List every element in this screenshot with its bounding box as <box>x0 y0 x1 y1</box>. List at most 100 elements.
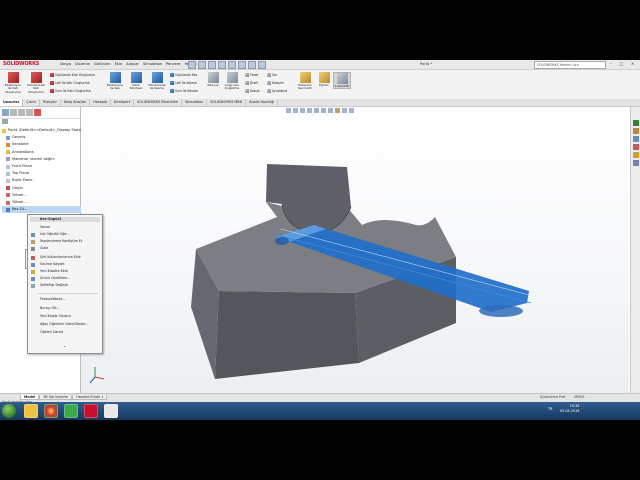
tree-item-top-plane[interactable]: Top Plane <box>2 170 81 177</box>
file-explorer-icon[interactable] <box>633 136 639 142</box>
menu-item-collapse-items[interactable]: Öğeleri Daralt <box>40 330 63 334</box>
revolve-boss-button[interactable]: Döndürerek Katı Oluşturma <box>25 72 47 94</box>
menu-simulation[interactable]: Simulation <box>143 62 162 66</box>
maximize-button[interactable]: □ <box>617 61 626 67</box>
extrude-cut-button[interactable]: Ekstrüzyon ile Kes <box>104 72 126 91</box>
menu-insert[interactable]: Ekle <box>115 62 123 66</box>
previous-view-icon[interactable] <box>300 108 305 113</box>
hole-wizard-button[interactable]: Delik Sihirbazı <box>127 72 145 91</box>
loft-boss-button[interactable]: Loft İle Katı Oluşturma <box>50 81 90 85</box>
new-icon[interactable] <box>188 61 196 69</box>
instant3d-button[interactable]: Instant3D <box>333 72 351 90</box>
view-palette-icon[interactable] <box>633 144 639 150</box>
clock[interactable]: 19:36 05.04.2016 <box>560 404 579 414</box>
tab-features[interactable]: Unsurlar <box>0 99 24 106</box>
file-explorer-taskbar-icon[interactable] <box>24 404 38 418</box>
boundary-cut-button[interactable]: Sınır İle Kesme <box>170 89 198 93</box>
tab-simulation[interactable]: Simulation <box>182 99 208 106</box>
select-icon[interactable] <box>238 61 246 69</box>
menu-item-create-new-folder[interactable]: Yeni Klasör Oluştur <box>40 314 71 318</box>
custom-properties-icon[interactable] <box>633 160 639 166</box>
sweep-cut-button[interactable]: Süpürerek Kes <box>170 73 197 77</box>
tab-analysis-prep[interactable]: Analiz Hazırlığı <box>246 99 279 106</box>
view-settings-icon[interactable] <box>349 108 354 113</box>
menu-item-configure-feature[interactable]: Yapılandırma Konfigüre Et <box>40 239 82 243</box>
menu-item-add-to-new-folder[interactable]: Yeni Klasöre Ekle <box>40 269 68 273</box>
display-manager-tab-icon[interactable] <box>34 109 41 116</box>
menu-item-parent-child[interactable]: Üst Öğe/Alt Öğe... <box>40 232 70 236</box>
design-library-icon[interactable] <box>633 128 639 134</box>
rib-button[interactable]: Feder <box>245 73 259 77</box>
intersect-button[interactable]: Kesişim <box>267 81 284 85</box>
boundary-boss-button[interactable]: Sınır İle Katı Oluşturma <box>50 89 91 93</box>
feature-tree-tab-icon[interactable] <box>2 109 9 116</box>
tree-item-annotations[interactable]: Annotations <box>2 149 81 156</box>
tree-item-history[interactable]: Geçmiş <box>2 134 81 141</box>
tree-item-material[interactable]: Malzeme <belirli değil> <box>2 156 81 163</box>
solidworks-resources-icon[interactable] <box>633 120 639 126</box>
menu-tools[interactable]: Araçlar <box>126 62 139 66</box>
menu-item-change-transparency[interactable]: Şeffaflığı Değiştir <box>40 283 68 287</box>
dimxpert-tab-icon[interactable] <box>26 109 33 116</box>
tree-item-part[interactable]: Part4 (Default<<Default>_Display State <box>2 127 81 134</box>
solidworks-taskbar-icon[interactable] <box>84 404 98 418</box>
wrap-button[interactable]: Sar <box>267 73 277 77</box>
recorder-taskbar-icon[interactable] <box>104 404 118 418</box>
menu-item-go-to[interactable]: Burayı Git... <box>40 306 60 310</box>
filter-icon[interactable] <box>2 119 8 124</box>
zoom-area-icon[interactable] <box>293 108 298 113</box>
open-icon[interactable] <box>198 61 206 69</box>
edit-appearance-icon[interactable] <box>335 108 340 113</box>
loft-cut-button[interactable]: Loft İle Kesme <box>170 81 197 85</box>
menu-item-save-selection[interactable]: Seçime Kaydet <box>40 262 65 266</box>
undo-icon[interactable] <box>228 61 236 69</box>
tree-item-sweep-cut[interactable]: Kes-Sü... <box>2 206 81 214</box>
tab-sketch[interactable]: Çizim <box>23 99 40 106</box>
system-tray[interactable]: TR <box>548 407 552 411</box>
tree-item-sensors[interactable]: Sensörler <box>2 141 81 148</box>
revolve-cut-button[interactable]: Döndürerek ile Kesme <box>146 72 168 91</box>
solidworks-logo[interactable]: SOLIDWORKS <box>3 61 39 68</box>
menu-item-hide-show-tree-items[interactable]: Ağaç Öğelerini Gizle/Göster... <box>40 322 88 326</box>
tree-item-right-plane[interactable]: Right Plane <box>2 177 81 184</box>
scene-icon[interactable] <box>342 108 347 113</box>
tab-surfaces[interactable]: Yüzeyler <box>40 99 61 106</box>
fillet-button[interactable]: Radyus <box>206 72 220 87</box>
linear-pattern-button[interactable]: Doğrusal Çoğaltma <box>222 72 242 91</box>
extrude-boss-button[interactable]: Ekstrüzyon ile Katı Oluşturma <box>3 72 23 94</box>
start-button[interactable] <box>2 404 16 418</box>
tab-addins[interactable]: SOLIDWORKS Eklentileri <box>134 99 183 106</box>
tab-mbd[interactable]: SOLIDWORKS MBD <box>207 99 247 106</box>
print-icon[interactable] <box>218 61 226 69</box>
shell-button[interactable]: Kabuk <box>245 89 260 93</box>
menu-view[interactable]: Görünüm <box>94 62 111 66</box>
graphics-area[interactable] <box>81 107 629 393</box>
reference-geometry-button[interactable]: Referans Geometri <box>294 72 316 91</box>
help-search-input[interactable]: SOLIDWORKS Yardım'ı Ara <box>534 61 606 69</box>
draft-button[interactable]: Draft <box>245 81 258 85</box>
appearances-icon[interactable] <box>633 152 639 158</box>
tree-item-boss-1[interactable]: Yüksel... <box>2 192 81 199</box>
save-icon[interactable] <box>208 61 216 69</box>
mirror-button[interactable]: Aynalama <box>267 89 287 93</box>
sweep-boss-button[interactable]: Süpürerek Katı Oluşturma <box>50 73 95 77</box>
chevron-down-icon[interactable]: ⌄ <box>63 343 66 348</box>
minimize-button[interactable]: – <box>606 61 615 67</box>
menu-file[interactable]: Dosya <box>60 62 71 66</box>
tree-item-front-plane[interactable]: Front Plane <box>2 163 81 170</box>
property-manager-tab-icon[interactable] <box>10 109 17 116</box>
section-view-icon[interactable] <box>307 108 312 113</box>
chrome-taskbar-icon[interactable] <box>44 404 58 418</box>
tab-mold-tools[interactable]: Kalıp Araçları <box>61 99 91 106</box>
view-orientation-icon[interactable] <box>314 108 319 113</box>
menu-item-feature-properties[interactable]: Ürünü Özellikleri... <box>40 276 70 280</box>
menu-item-featureworks[interactable]: FeatureWorks... <box>40 297 66 301</box>
tab-evaluate[interactable]: Hesapla <box>90 99 111 106</box>
configuration-manager-tab-icon[interactable] <box>18 109 25 116</box>
zoom-to-fit-icon[interactable] <box>286 108 291 113</box>
tab-dimxpert[interactable]: DimXpert <box>111 99 135 106</box>
hide-show-items-icon[interactable] <box>328 108 333 113</box>
display-style-icon[interactable] <box>321 108 326 113</box>
menu-item-comment[interactable]: Yorum <box>40 225 50 229</box>
options-icon[interactable] <box>258 61 266 69</box>
